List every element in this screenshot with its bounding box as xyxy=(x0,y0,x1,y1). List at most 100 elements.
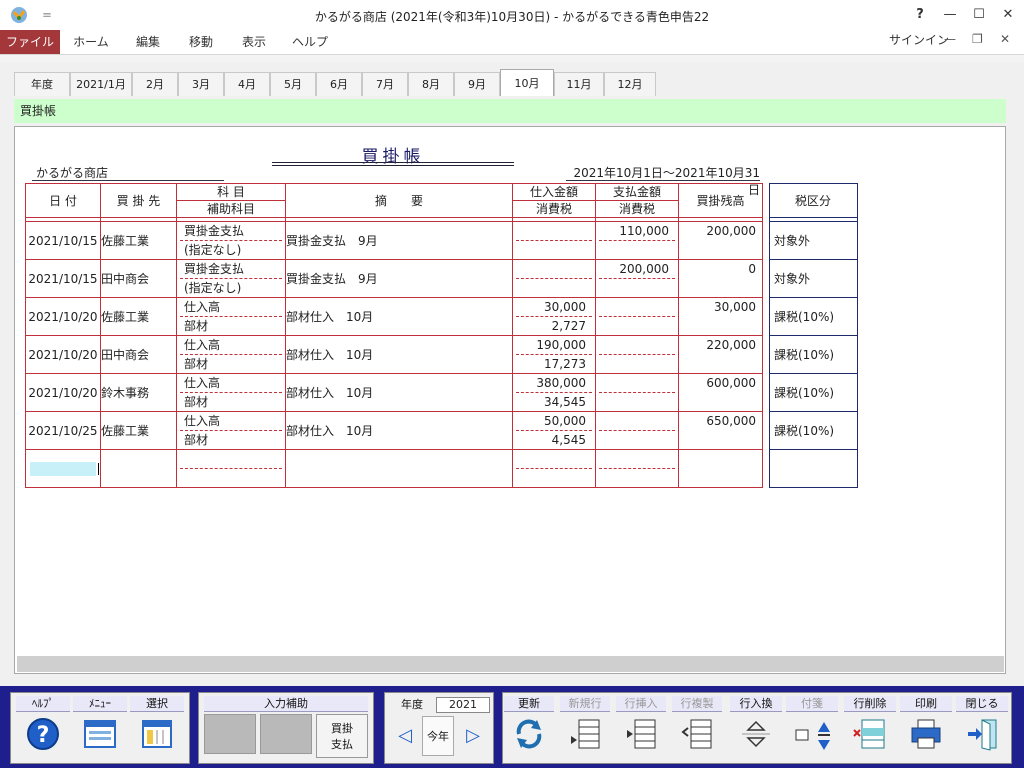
row-payment-cell[interactable] xyxy=(595,373,679,412)
row-account-cell[interactable]: 買掛金支払 (指定なし) xyxy=(176,221,286,260)
new-purchase-tax[interactable] xyxy=(516,469,592,487)
row-purchase[interactable]: 30,000 xyxy=(516,299,592,317)
row-purchase-tax[interactable] xyxy=(516,279,592,297)
menu-move[interactable]: 移動 xyxy=(178,30,224,54)
row-purchase-cell[interactable]: 50,000 4,545 xyxy=(512,411,596,450)
help-button[interactable]: ﾍﾙﾌﾟ ? xyxy=(16,696,70,760)
new-purchase[interactable] xyxy=(516,451,592,469)
tab-02[interactable]: 2月 xyxy=(132,72,178,96)
row-tax[interactable]: 課税(10%) xyxy=(769,411,858,450)
tab-09[interactable]: 9月 xyxy=(454,72,500,96)
insert-row-button[interactable]: 行挿入 xyxy=(616,696,666,760)
row-sub-account[interactable]: 部材 xyxy=(180,317,282,335)
row-date[interactable]: 2021/10/20 xyxy=(25,335,101,374)
row-sub-account[interactable]: 部材 xyxy=(180,355,282,373)
print-button[interactable]: 印刷 xyxy=(900,696,952,760)
row-payment-tax[interactable] xyxy=(599,355,675,373)
new-description-input[interactable] xyxy=(285,449,513,488)
next-year-button[interactable]: ▷ xyxy=(458,716,488,756)
new-purchase-input[interactable] xyxy=(512,449,596,488)
row-account[interactable]: 買掛金支払 xyxy=(180,261,282,279)
row-payment[interactable] xyxy=(599,375,675,393)
row-payment-cell[interactable] xyxy=(595,411,679,450)
row-purchase-cell[interactable]: 30,000 2,727 xyxy=(512,297,596,336)
assist-payment-button[interactable]: 買掛 支払 xyxy=(316,714,368,758)
row-payment[interactable] xyxy=(599,299,675,317)
row-date[interactable]: 2021/10/15 xyxy=(25,221,101,260)
row-payment-tax[interactable] xyxy=(599,431,675,449)
new-entry-row[interactable] xyxy=(25,449,763,488)
row-payment-cell[interactable] xyxy=(595,297,679,336)
row-sub-account[interactable]: (指定なし) xyxy=(180,279,282,297)
row-description[interactable]: 部材仕入 10月 xyxy=(285,297,513,336)
row-payment-tax[interactable] xyxy=(599,393,675,411)
row-tax[interactable]: 対象外 xyxy=(769,259,858,298)
row-description[interactable]: 部材仕入 10月 xyxy=(285,373,513,412)
assist-slot-2[interactable] xyxy=(260,714,312,754)
tab-05[interactable]: 5月 xyxy=(270,72,316,96)
row-account[interactable]: 仕入高 xyxy=(180,299,282,317)
row-purchase[interactable]: 190,000 xyxy=(516,337,592,355)
update-button[interactable]: 更新 xyxy=(504,696,554,760)
row-payment-tax[interactable] xyxy=(599,241,675,259)
menu-edit[interactable]: 編集 xyxy=(124,30,172,54)
table-row[interactable]: 2021/10/20 鈴木事務 仕入高 部材 部材仕入 10月 380,000 34… xyxy=(25,373,763,412)
new-payment-tax[interactable] xyxy=(599,469,675,487)
select-button[interactable]: 選択 xyxy=(130,696,184,760)
ribbon-restore-icon[interactable]: ❐ xyxy=(972,32,983,46)
new-payment-input[interactable] xyxy=(595,449,679,488)
row-purchase-cell[interactable]: 380,000 34,545 xyxy=(512,373,596,412)
row-purchase[interactable]: 380,000 xyxy=(516,375,592,393)
row-date[interactable]: 2021/10/15 xyxy=(25,259,101,298)
row-account-cell[interactable]: 仕入高 部材 xyxy=(176,411,286,450)
row-purchase-cell[interactable] xyxy=(512,221,596,260)
row-description[interactable]: 部材仕入 10月 xyxy=(285,411,513,450)
row-purchase-cell[interactable] xyxy=(512,259,596,298)
tab-06[interactable]: 6月 xyxy=(316,72,362,96)
row-vendor[interactable]: 鈴木事務 xyxy=(100,373,177,412)
row-account[interactable]: 買掛金支払 xyxy=(180,223,282,241)
tab-08[interactable]: 8月 xyxy=(408,72,454,96)
swap-row-button[interactable]: 行入換 xyxy=(730,696,782,760)
prev-year-button[interactable]: ◁ xyxy=(390,716,420,756)
row-tax[interactable]: 対象外 xyxy=(769,221,858,260)
menu-button[interactable]: ﾒﾆｭｰ xyxy=(73,696,127,760)
new-account[interactable] xyxy=(180,451,282,469)
copy-row-button[interactable]: 行複製 xyxy=(672,696,722,760)
row-date[interactable]: 2021/10/25 xyxy=(25,411,101,450)
row-payment[interactable]: 110,000 xyxy=(599,223,675,241)
new-row-button[interactable]: 新規行 xyxy=(560,696,610,760)
row-sub-account[interactable]: 部材 xyxy=(180,393,282,411)
row-tax[interactable]: 課税(10%) xyxy=(769,335,858,374)
tab-10[interactable]: 10月 xyxy=(500,69,554,96)
row-tax[interactable]: 課税(10%) xyxy=(769,297,858,336)
tag-button[interactable]: 付箋 xyxy=(786,696,838,760)
row-account-cell[interactable]: 買掛金支払 (指定なし) xyxy=(176,259,286,298)
row-purchase-tax[interactable]: 34,545 xyxy=(516,393,592,411)
row-vendor[interactable]: 佐藤工業 xyxy=(100,221,177,260)
row-date[interactable]: 2021/10/20 xyxy=(25,373,101,412)
row-account-cell[interactable]: 仕入高 部材 xyxy=(176,335,286,374)
row-payment[interactable] xyxy=(599,413,675,431)
row-vendor[interactable]: 佐藤工業 xyxy=(100,297,177,336)
row-purchase-cell[interactable]: 190,000 17,273 xyxy=(512,335,596,374)
table-row[interactable]: 2021/10/20 田中商会 仕入高 部材 部材仕入 10月 190,000 17… xyxy=(25,335,763,374)
tab-03[interactable]: 3月 xyxy=(178,72,224,96)
new-vendor-input[interactable] xyxy=(100,449,177,488)
new-account-input[interactable] xyxy=(176,449,286,488)
row-vendor[interactable]: 田中商会 xyxy=(100,335,177,374)
row-account[interactable]: 仕入高 xyxy=(180,375,282,393)
row-payment[interactable] xyxy=(599,337,675,355)
row-account-cell[interactable]: 仕入高 部材 xyxy=(176,297,286,336)
ribbon-minimize-icon[interactable]: — xyxy=(944,32,956,46)
row-purchase[interactable] xyxy=(516,223,592,241)
signin-link[interactable]: サインイン xyxy=(889,30,949,50)
assist-slot-1[interactable] xyxy=(204,714,256,754)
row-vendor[interactable]: 佐藤工業 xyxy=(100,411,177,450)
new-date-input[interactable] xyxy=(25,449,101,488)
row-purchase-tax[interactable] xyxy=(516,241,592,259)
table-row[interactable]: 2021/10/15 佐藤工業 買掛金支払 (指定なし) 買掛金支払 9月 110… xyxy=(25,221,763,260)
row-purchase-tax[interactable]: 17,273 xyxy=(516,355,592,373)
this-year-button[interactable]: 今年 xyxy=(422,716,454,756)
tab-07[interactable]: 7月 xyxy=(362,72,408,96)
